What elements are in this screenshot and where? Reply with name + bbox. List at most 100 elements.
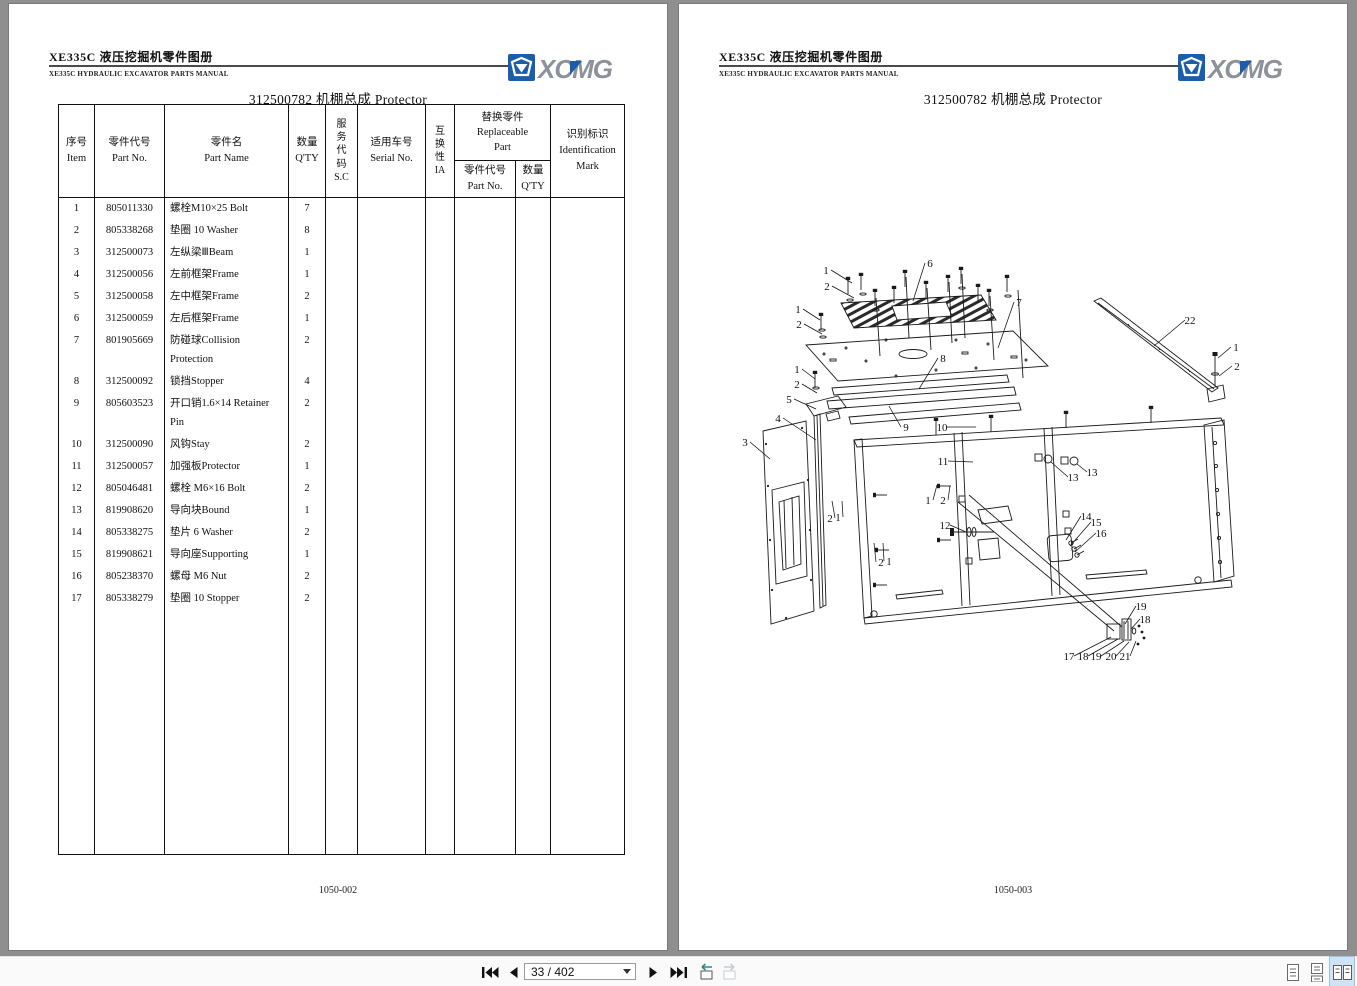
svg-text:1: 1 (835, 512, 841, 524)
page-indicator: 33 / 402 (531, 964, 575, 979)
svg-text:7: 7 (1016, 297, 1022, 309)
svg-text:18: 18 (1140, 614, 1152, 626)
first-page-button[interactable] (479, 957, 501, 986)
page-code: 1050-003 (993, 885, 1033, 896)
svg-text:18: 18 (1078, 651, 1090, 663)
page-right: XE335C 液压挖掘机零件图册 XE335C HYDRAULIC EXCAVA… (678, 3, 1348, 951)
svg-text:1: 1 (795, 304, 801, 316)
prev-page-button[interactable] (505, 957, 521, 986)
facing-pages-view-button[interactable] (1329, 956, 1355, 986)
col-part-no: 零件代号 Part No. (94, 104, 165, 198)
table-row: 15 819908621 导向座Supporting 1 (58, 543, 625, 566)
parts-table-body: 1 805011330 螺栓M10×25 Bolt 7 2 805338268 垫圈 10 … (58, 197, 625, 854)
svg-text:2: 2 (794, 379, 800, 391)
dropdown-arrow-icon (623, 969, 631, 974)
svg-text:2: 2 (940, 495, 946, 507)
svg-text:3: 3 (742, 437, 748, 449)
svg-text:1: 1 (925, 495, 931, 507)
xcmg-logo-icon: XCMG (508, 54, 614, 83)
exploded-view-diagram: 12612722128125439 101113 131 22 11214 15162 11… (742, 258, 1240, 663)
facing-pages-view-icon (1332, 964, 1352, 980)
svg-text:21: 21 (1120, 651, 1131, 663)
svg-text:2: 2 (878, 557, 884, 569)
svg-text:13: 13 (1087, 467, 1099, 479)
svg-text:9: 9 (903, 422, 909, 434)
svg-text:19: 19 (1136, 601, 1148, 613)
page-code: 1050-002 (318, 885, 358, 896)
svg-text:5: 5 (786, 394, 792, 406)
svg-text:20: 20 (1106, 651, 1118, 663)
svg-text:19: 19 (1091, 651, 1103, 663)
svg-text:10: 10 (937, 422, 949, 434)
previous-view-icon (700, 963, 713, 980)
xcmg-logo-icon: XCMG (1178, 54, 1284, 83)
col-part-name: 零件名 Part Name (164, 104, 289, 198)
continuous-view-icon (1311, 962, 1323, 982)
table-row: 2 805338268 垫圈 10 Washer 8 (58, 219, 625, 242)
svg-text:6: 6 (927, 258, 933, 270)
manual-title-zh: XE335C 液压挖掘机零件图册 (49, 50, 213, 64)
svg-text:4: 4 (775, 413, 781, 425)
page-number-combobox[interactable]: 33 / 402 (524, 963, 636, 980)
table-row: 6 312500059 左后框架Frame 1 (58, 307, 625, 330)
svg-text:22: 22 (1185, 315, 1196, 327)
next-page-icon (649, 966, 657, 978)
table-row: 14 805338275 垫片 6 Washer 2 (58, 521, 625, 544)
svg-text:1: 1 (794, 364, 800, 376)
table-row: 11 312500057 加强板Protector 1 (58, 455, 625, 478)
last-page-button[interactable] (667, 957, 689, 986)
table-row: 3 312500073 左纵梁ⅢBeam 1 (58, 241, 625, 264)
table-row: 17 805338279 垫圈 10 Stopper 2 (58, 587, 625, 610)
next-page-button[interactable] (645, 957, 661, 986)
table-row: 10 312500090 风钩Stay 2 (58, 433, 625, 456)
table-row: 4 312500056 左前框架Frame 1 (58, 263, 625, 286)
svg-text:11: 11 (938, 456, 949, 468)
col-serial-no: 适用车号 Serial No. (357, 104, 426, 198)
single-page-view-button[interactable] (1283, 957, 1303, 986)
table-row: 12 805046481 螺栓 M6×16 Bolt 2 (58, 477, 625, 500)
last-page-icon (670, 966, 687, 978)
col-qty: 数量 Q'TY (288, 104, 326, 198)
pdf-viewer[interactable]: XE335C 液压挖掘机零件图册 XE335C HYDRAULIC EXCAVA… (0, 0, 1357, 986)
table-row: 5 312500058 左中框架Frame 2 (58, 285, 625, 308)
parts-table: 序号 Item 零件代号 Part No. 零件名 Part Name 数量 Q'TY … (58, 104, 625, 855)
svg-text:13: 13 (1068, 472, 1080, 484)
col-replaceable-part-no: 零件代号 Part No. (454, 160, 516, 198)
assembly-title: 312500782 机棚总成 Protector (923, 92, 1103, 107)
col-item: 序号 Item (58, 104, 95, 198)
viewer-toolbar: 33 / 402 (0, 956, 1357, 986)
svg-text:2: 2 (796, 319, 802, 331)
svg-text:1: 1 (1233, 342, 1239, 354)
svg-text:16: 16 (1096, 528, 1108, 540)
manual-title-en: XE335C HYDRAULIC EXCAVATOR PARTS MANUAL (719, 70, 899, 78)
next-view-icon (723, 963, 736, 980)
svg-text:2: 2 (824, 281, 830, 293)
table-row: 9 805603523 开口销1.6×14 Retainer Pin 2 (58, 392, 625, 434)
col-identification-mark: 识别标识 Identification Mark (550, 104, 625, 198)
continuous-view-button[interactable] (1307, 957, 1327, 986)
header-rule (49, 65, 511, 67)
single-page-view-icon (1287, 963, 1299, 981)
previous-view-button[interactable] (694, 957, 716, 986)
svg-text:1: 1 (886, 556, 892, 568)
svg-text:2: 2 (1234, 361, 1240, 373)
svg-text:8: 8 (940, 353, 946, 365)
table-row: 8 312500092 锁挡Stopper 4 (58, 370, 625, 393)
col-replaceable-part: 替换零件 Replaceable Part (454, 104, 551, 161)
first-page-icon (481, 966, 498, 978)
header-rule (719, 65, 1181, 67)
table-row: 7 801905669 防碰球Collision Protection 2 (58, 329, 625, 371)
svg-text:2: 2 (827, 513, 833, 525)
page-left: XE335C 液压挖掘机零件图册 XE335C HYDRAULIC EXCAVA… (8, 3, 668, 951)
table-row: 13 819908620 导向块Bound 1 (58, 499, 625, 522)
svg-text:1: 1 (823, 265, 829, 277)
manual-title-en: XE335C HYDRAULIC EXCAVATOR PARTS MANUAL (49, 70, 229, 78)
svg-text:12: 12 (940, 520, 951, 532)
table-empty-space (58, 609, 625, 854)
next-view-button[interactable] (720, 957, 742, 986)
table-row: 1 805011330 螺栓M10×25 Bolt 7 (58, 197, 625, 220)
svg-text:17: 17 (1064, 651, 1076, 663)
col-interchangeability: 互换性 IA (425, 104, 455, 198)
manual-title-zh: XE335C 液压挖掘机零件图册 (719, 50, 883, 64)
col-service-code: 服务代码 S.C (325, 104, 358, 198)
